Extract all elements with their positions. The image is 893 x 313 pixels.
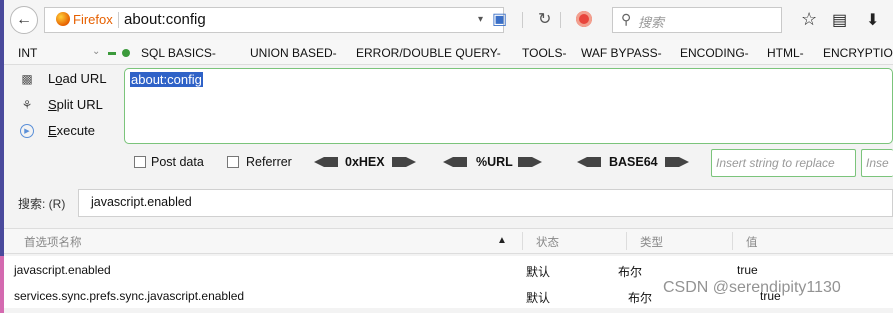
reader-view-icon[interactable]: ▣ (492, 9, 507, 29)
replace-string-placeholder: Insert string to replace (716, 156, 835, 170)
config-search-label: 搜索: (R) (18, 197, 66, 211)
reload-icon[interactable]: ↻ (538, 9, 551, 29)
firefox-logo-icon (56, 12, 70, 26)
url-decode-bar (453, 157, 467, 167)
row-value: true (737, 263, 758, 277)
hex-encode-bar (392, 157, 406, 167)
download-icon[interactable]: ⬇ (866, 10, 879, 30)
menu-html[interactable]: HTML- (767, 46, 804, 60)
url-textarea-selection[interactable]: about:config (130, 72, 203, 87)
url-encode-bar (518, 157, 532, 167)
post-data-label: Post data (151, 155, 204, 169)
encoding-select[interactable]: INT (18, 46, 37, 60)
search-placeholder: 搜索 (638, 15, 665, 30)
dropdown-icon[interactable]: ▾ (478, 14, 483, 25)
column-header-name[interactable]: 首选项名称 (24, 234, 82, 250)
address-bar[interactable] (44, 7, 504, 33)
post-data-checkbox[interactable] (134, 156, 146, 168)
base64-decode-arrow-icon[interactable] (577, 157, 587, 167)
base64-encode-arrow-icon[interactable] (679, 157, 689, 167)
block-icon[interactable] (576, 11, 592, 27)
base64-label: BASE64 (609, 155, 658, 169)
menu-sql-basics[interactable]: SQL BASICS- (141, 46, 216, 60)
hex-decode-bar (324, 157, 338, 167)
menu-tools[interactable]: TOOLS- (522, 46, 566, 60)
menu-error-double-query[interactable]: ERROR/DOUBLE QUERY- (356, 46, 501, 60)
column-header-status[interactable]: 状态 (536, 234, 559, 250)
row-status: 默认 (526, 291, 551, 305)
execute-icon: ▶ (20, 124, 34, 138)
status-dot-icon (122, 49, 130, 57)
column-divider (626, 232, 627, 250)
column-header-value[interactable]: 值 (746, 234, 758, 250)
load-url-button[interactable]: Load URL (48, 71, 107, 86)
menu-encryption[interactable]: ENCRYPTIO (823, 46, 893, 60)
address-divider (118, 12, 119, 28)
load-url-icon: ▩ (21, 72, 33, 86)
browser-brand: Firefox (73, 12, 113, 27)
url-textarea[interactable] (124, 68, 893, 144)
referrer-label: Referrer (246, 155, 292, 169)
row-type: 布尔 (628, 291, 653, 305)
url-decode-arrow-icon[interactable] (443, 157, 453, 167)
url-encode-arrow-icon[interactable] (532, 157, 542, 167)
execute-button[interactable]: Execute (48, 123, 95, 138)
menu-encoding[interactable]: ENCODING- (680, 46, 749, 60)
row-type: 布尔 (618, 265, 643, 279)
library-icon[interactable]: ▤ (832, 10, 847, 30)
row-name: services.sync.prefs.sync.javascript.enab… (14, 289, 245, 303)
search-icon: ⚲ (621, 11, 632, 27)
back-arrow-icon[interactable]: ← (10, 6, 38, 34)
row-status: 默认 (526, 265, 551, 279)
base64-encode-bar (665, 157, 679, 167)
replacement-placeholder: Inse (866, 156, 889, 170)
hex-label: 0xHEX (345, 155, 385, 169)
referrer-checkbox[interactable] (227, 156, 239, 168)
chevron-down-icon[interactable]: ⌄ (92, 46, 100, 57)
row-accent-bar (0, 256, 4, 313)
base64-decode-bar (587, 157, 601, 167)
config-search-input[interactable] (78, 189, 893, 217)
divider (560, 12, 561, 28)
config-table-header (4, 228, 893, 254)
column-divider (732, 232, 733, 250)
config-search-value[interactable]: javascript.enabled (91, 195, 192, 209)
minus-indicator-icon (108, 52, 116, 55)
divider (522, 12, 523, 28)
address-text[interactable]: about:config (124, 11, 206, 28)
column-divider (522, 232, 523, 250)
hex-encode-arrow-icon[interactable] (406, 157, 416, 167)
split-url-button[interactable]: Split URL (48, 97, 103, 112)
hex-decode-arrow-icon[interactable] (314, 157, 324, 167)
split-url-icon: ⚘ (21, 98, 33, 112)
sort-ascending-icon[interactable]: ▲ (497, 235, 507, 246)
row-name: javascript.enabled (14, 263, 111, 277)
column-header-type[interactable]: 类型 (640, 234, 663, 250)
star-icon[interactable]: ☆ (801, 9, 817, 30)
url-label: %URL (476, 155, 513, 169)
menu-union-based[interactable]: UNION BASED- (250, 46, 337, 60)
watermark: CSDN @serendipity1130 (663, 279, 841, 296)
menu-waf-bypass[interactable]: WAF BYPASS- (581, 46, 662, 60)
